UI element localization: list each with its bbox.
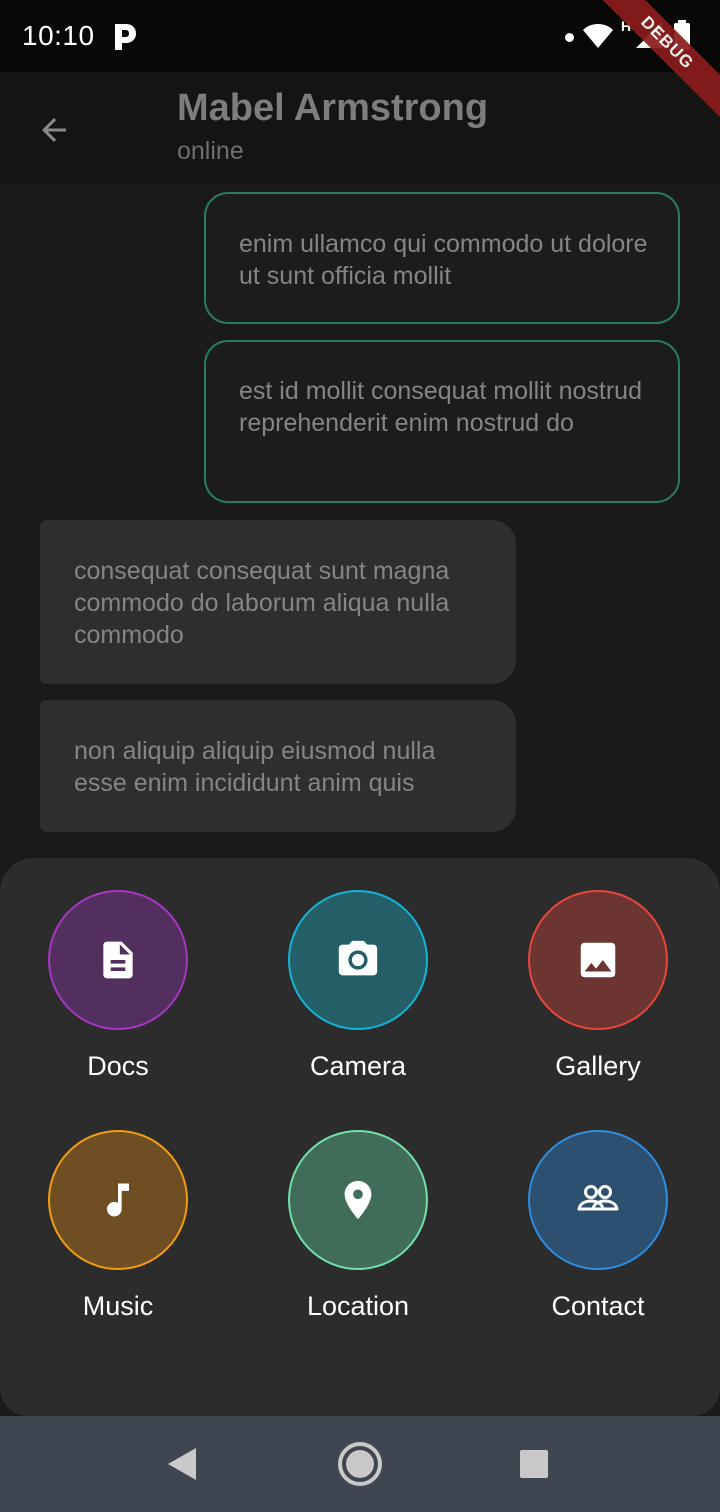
notification-dot-icon — [565, 33, 574, 42]
document-icon — [103, 941, 133, 979]
attach-label: Gallery — [555, 1051, 641, 1081]
attach-location-button[interactable]: Location — [270, 1130, 450, 1330]
attach-icon-circle[interactable] — [48, 890, 188, 1030]
attach-music-button[interactable]: Music — [30, 1130, 210, 1330]
contact-status: online — [177, 137, 244, 165]
message-text: est id mollit consequat mollit nostrud r… — [239, 377, 642, 437]
attach-icon-circle[interactable] — [528, 1130, 668, 1270]
message-bubble-received[interactable]: non aliquip aliquip eiusmod nulla esse e… — [40, 700, 516, 832]
attach-contact-button[interactable]: Contact — [510, 1130, 690, 1330]
wifi-icon — [583, 24, 613, 48]
attach-label: Camera — [309, 1051, 407, 1081]
attach-camera-button[interactable]: Camera — [270, 890, 450, 1090]
nav-recents-icon[interactable] — [510, 1440, 558, 1488]
arrow-back-icon — [42, 118, 66, 142]
status-time: 10:10 — [22, 20, 95, 51]
nav-back-icon[interactable] — [158, 1440, 206, 1488]
attach-icon-circle[interactable] — [528, 890, 668, 1030]
contact-name: Mabel Armstrong — [177, 87, 489, 129]
attach-icon-circle[interactable] — [288, 890, 428, 1030]
chat-app-bar: Mabel Armstrong online — [0, 72, 720, 184]
attach-icon-circle[interactable] — [288, 1130, 428, 1270]
attach-label: Location — [306, 1291, 410, 1321]
nav-home-icon[interactable] — [336, 1440, 384, 1488]
attach-label: Contact — [551, 1291, 645, 1321]
attach-docs-button[interactable]: Docs — [30, 890, 210, 1090]
attach-gallery-button[interactable]: Gallery — [510, 890, 690, 1090]
location-pin-icon — [344, 1180, 372, 1220]
attach-icon-circle[interactable] — [48, 1130, 188, 1270]
message-text: non aliquip aliquip eiusmod nulla esse e… — [74, 737, 436, 797]
message-bubble-sent[interactable]: est id mollit consequat mollit nostrud r… — [204, 340, 680, 503]
parking-app-icon — [115, 24, 136, 50]
message-text: enim ullamco qui commodo ut dolore ut su… — [239, 230, 648, 290]
message-bubble-sent[interactable]: enim ullamco qui commodo ut dolore ut su… — [204, 192, 680, 324]
attachment-sheet: Docs Camera Gallery Music Location Conta… — [0, 858, 720, 1416]
camera-icon — [338, 940, 378, 976]
system-navigation-bar — [0, 1416, 720, 1512]
people-icon — [577, 1185, 619, 1211]
message-text: consequat consequat sunt magna commodo d… — [74, 557, 450, 649]
back-button[interactable] — [26, 100, 86, 156]
image-icon — [580, 942, 616, 978]
music-note-icon — [107, 1183, 129, 1217]
attach-label: Music — [82, 1291, 154, 1321]
attach-label: Docs — [87, 1051, 149, 1081]
status-bar: 10:10 H — [0, 0, 720, 72]
message-bubble-received[interactable]: consequat consequat sunt magna commodo d… — [40, 520, 516, 684]
